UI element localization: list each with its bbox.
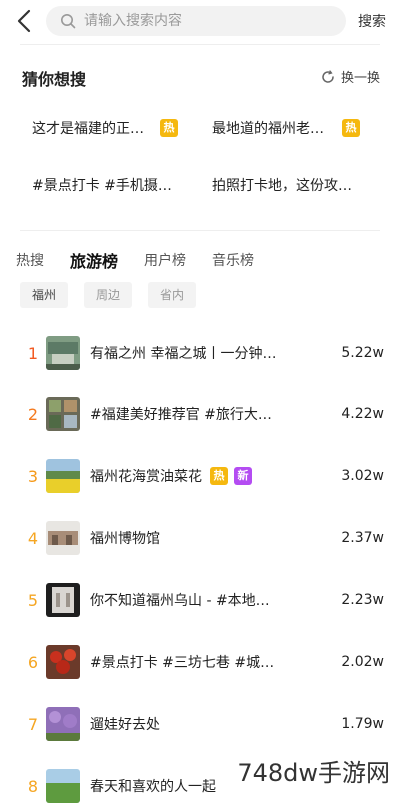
guess-item-text: 拍照打卡地，这份攻… bbox=[212, 178, 352, 194]
guess-section-title: 猜你想搜 bbox=[22, 70, 87, 89]
tab-music[interactable]: 音乐榜 bbox=[212, 250, 254, 270]
thumbnail-image bbox=[46, 707, 80, 741]
ranking-title: #景点打卡 #三坊七巷 #城… bbox=[90, 655, 275, 671]
rank-number: 8 bbox=[27, 776, 39, 796]
chevron-left-icon bbox=[17, 9, 31, 33]
ranking-row[interactable]: 6 #景点打卡 #三坊七巷 #城… 2.02w bbox=[0, 642, 400, 682]
tab-hot-search[interactable]: 热搜 bbox=[16, 250, 44, 270]
thumbnail-image bbox=[46, 459, 80, 493]
refresh-icon bbox=[322, 69, 334, 83]
hot-badge: 热 bbox=[342, 119, 360, 137]
guess-item[interactable]: 最地道的福州老… 热 bbox=[212, 118, 360, 138]
ranking-title-text: 福州花海赏油菜花 bbox=[90, 469, 202, 485]
search-icon bbox=[61, 14, 76, 29]
chip-fuzhou[interactable]: 福州 bbox=[20, 282, 69, 308]
top-bar: 搜索 bbox=[0, 0, 400, 44]
rank-number: 5 bbox=[27, 590, 39, 610]
divider bbox=[20, 230, 380, 231]
rank-number: 4 bbox=[27, 528, 39, 548]
view-count: 3.02w bbox=[341, 468, 384, 484]
view-count: 4.22w bbox=[341, 406, 384, 422]
rank-number: 7 bbox=[27, 714, 39, 734]
view-count: 5.22w bbox=[341, 345, 384, 361]
back-button[interactable] bbox=[12, 8, 38, 34]
ranking-row[interactable]: 7 遛娃好去处 1.79w bbox=[0, 704, 400, 744]
guess-item[interactable]: 这才是福建的正… 热 bbox=[32, 118, 178, 138]
guess-item-text: 最地道的福州老… bbox=[212, 121, 324, 137]
rank-number: 2 bbox=[27, 404, 39, 424]
view-count: 2.23w bbox=[341, 592, 384, 608]
ranking-row[interactable]: 2 #福建美好推荐官 #旅行大… 4.22w bbox=[0, 394, 400, 434]
divider bbox=[20, 44, 380, 45]
ranking-title: 你不知道福州乌山 - #本地… bbox=[90, 593, 270, 609]
guess-item[interactable]: 拍照打卡地，这份攻… bbox=[212, 175, 352, 195]
thumbnail-image bbox=[46, 397, 80, 431]
refresh-label: 换一换 bbox=[340, 71, 380, 86]
new-badge: 新 bbox=[234, 467, 252, 485]
region-filter: 福州 周边 省内 bbox=[20, 282, 212, 308]
search-input[interactable] bbox=[82, 12, 326, 30]
guess-item-text: 这才是福建的正… bbox=[32, 121, 144, 137]
chip-province[interactable]: 省内 bbox=[148, 282, 197, 308]
refresh-button[interactable]: 换一换 bbox=[321, 67, 380, 86]
thumbnail-image bbox=[46, 521, 80, 555]
ranking-tabs: 热搜 旅游榜 用户榜 音乐榜 bbox=[16, 248, 280, 272]
rank-number: 1 bbox=[27, 343, 39, 363]
ranking-title: 福州花海赏油菜花 热 新 bbox=[90, 466, 252, 486]
search-box[interactable] bbox=[46, 6, 346, 36]
ranking-title: 有福之州 幸福之城丨一分钟… bbox=[90, 346, 277, 362]
tab-users[interactable]: 用户榜 bbox=[144, 250, 186, 270]
view-count: 2.02w bbox=[341, 654, 384, 670]
chip-nearby[interactable]: 周边 bbox=[84, 282, 133, 308]
ranking-row[interactable]: 5 你不知道福州乌山 - #本地… 2.23w bbox=[0, 580, 400, 620]
ranking-row[interactable]: 3 福州花海赏油菜花 热 新 3.02w bbox=[0, 456, 400, 496]
thumbnail-image bbox=[46, 645, 80, 679]
rank-number: 6 bbox=[27, 652, 39, 672]
view-count: 2.37w bbox=[341, 530, 384, 546]
guess-item[interactable]: #景点打卡 #手机摄… bbox=[32, 175, 172, 195]
thumbnail-image bbox=[46, 769, 80, 803]
hot-badge: 热 bbox=[160, 119, 178, 137]
watermark: 748dw手游网 bbox=[237, 759, 390, 787]
ranking-row[interactable]: 1 有福之州 幸福之城丨一分钟… 5.22w bbox=[0, 333, 400, 373]
ranking-title: 福州博物馆 bbox=[90, 531, 160, 547]
search-button[interactable]: 搜索 bbox=[358, 11, 386, 31]
guess-item-text: #景点打卡 #手机摄… bbox=[32, 178, 172, 194]
ranking-row[interactable]: 4 福州博物馆 2.37w bbox=[0, 518, 400, 558]
tab-travel[interactable]: 旅游榜 bbox=[70, 248, 118, 272]
view-count: 1.79w bbox=[341, 716, 384, 732]
ranking-title: #福建美好推荐官 #旅行大… bbox=[90, 407, 272, 423]
thumbnail-image bbox=[46, 583, 80, 617]
ranking-title: 春天和喜欢的人一起 bbox=[90, 779, 216, 795]
thumbnail-image bbox=[46, 336, 80, 370]
rank-number: 3 bbox=[27, 466, 39, 486]
ranking-title: 遛娃好去处 bbox=[90, 717, 160, 733]
hot-badge: 热 bbox=[210, 467, 228, 485]
